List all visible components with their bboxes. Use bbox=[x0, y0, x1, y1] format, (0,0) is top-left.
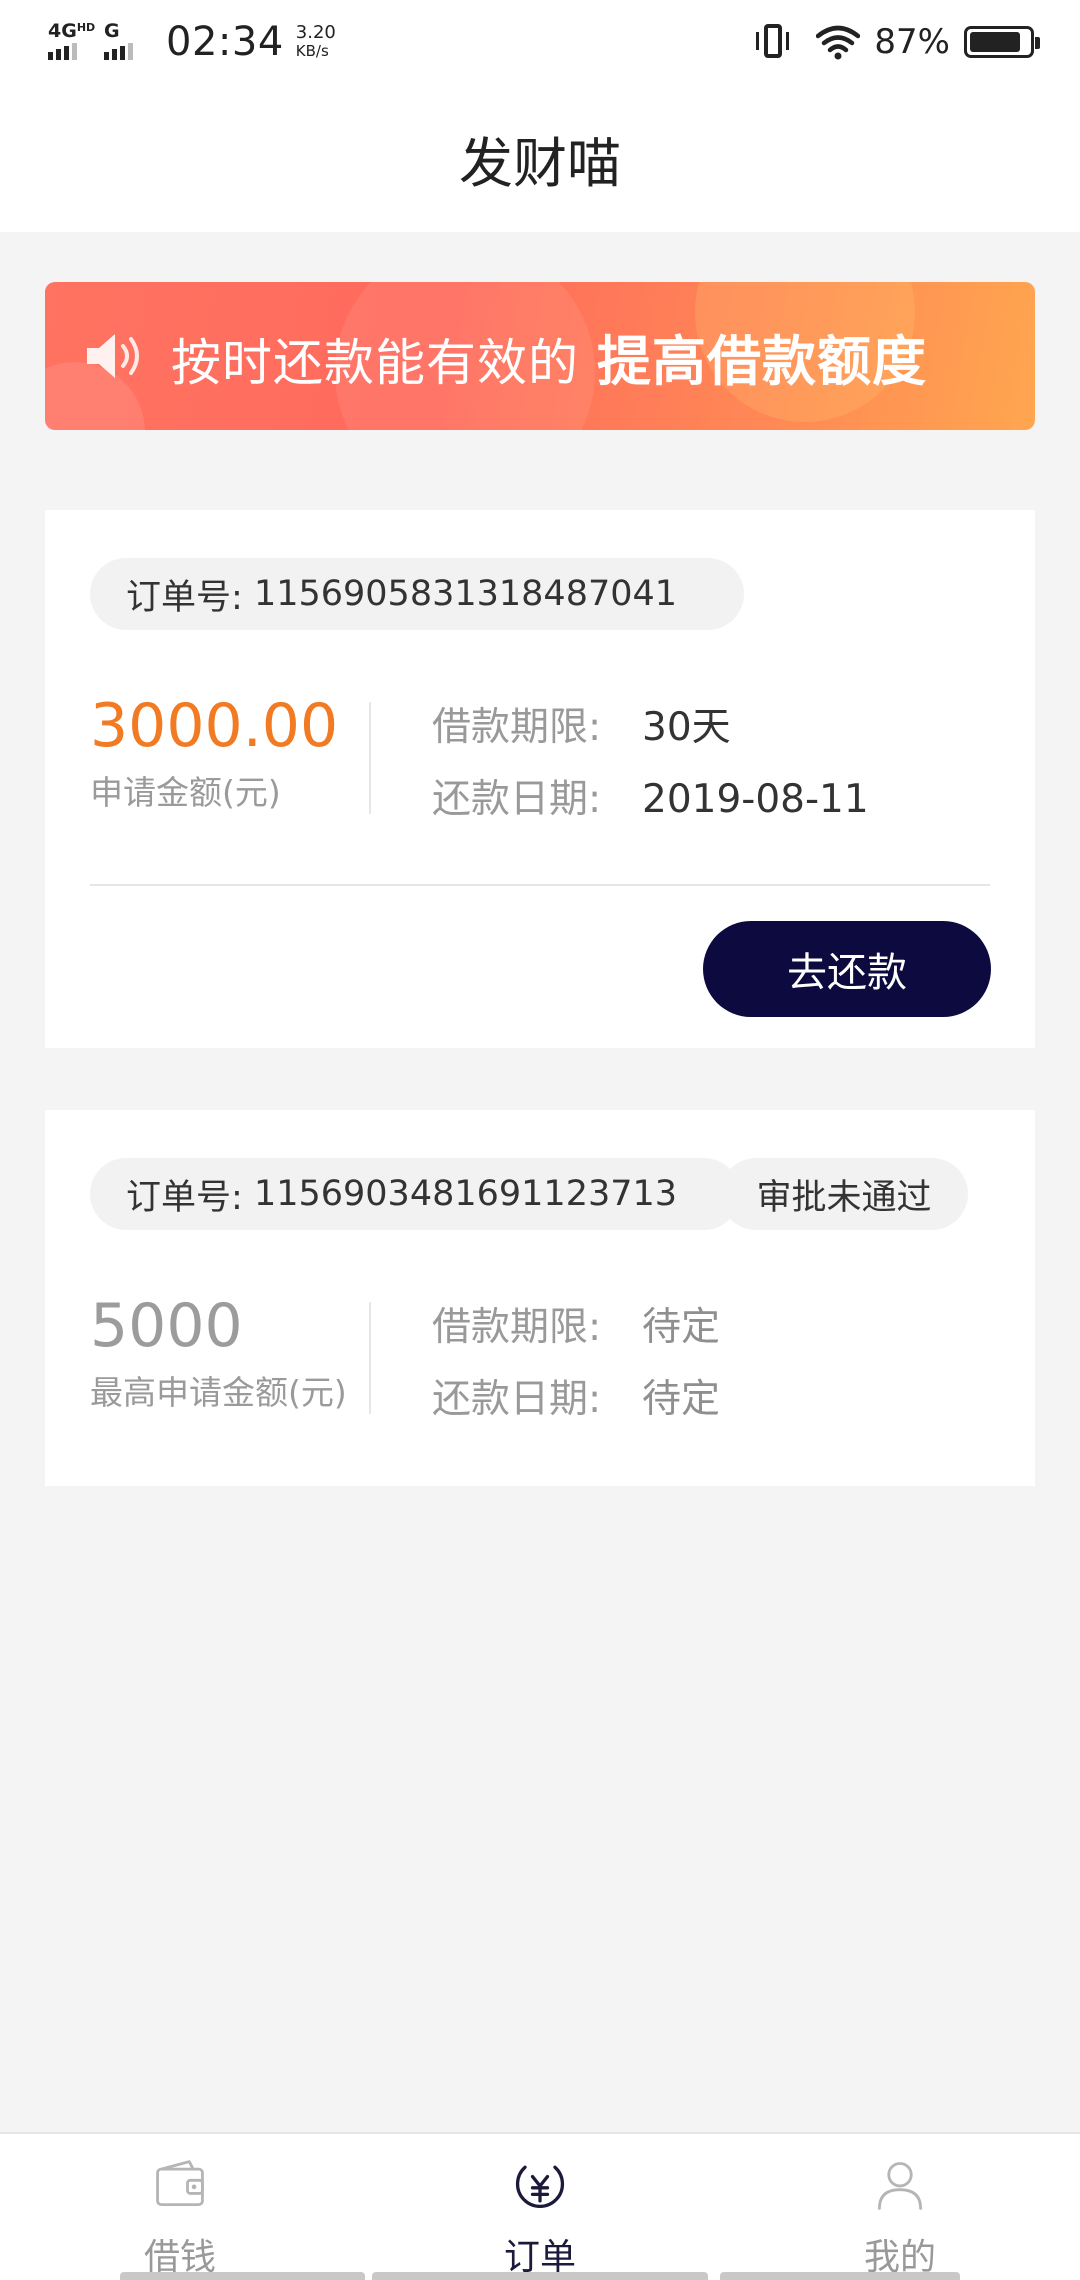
network-speed: 3.20 KB/s bbox=[295, 22, 336, 61]
banner-text: 按时还款能有效的 提高借款额度 bbox=[171, 329, 927, 393]
status-bar-left: 4GHD G 02:34 3.20 KB/s bbox=[48, 19, 336, 65]
status-bar: 4GHD G 02:34 3.20 KB/s 87% bbox=[0, 0, 1080, 84]
nav-item-mine[interactable]: 我的 bbox=[720, 2134, 1080, 2280]
divider bbox=[90, 884, 990, 886]
wifi-icon bbox=[816, 25, 861, 60]
order-number-pill: 订单号: 1156905831318487041 bbox=[90, 558, 744, 630]
status-bar-right: 87% bbox=[756, 22, 1040, 62]
vibrate-icon bbox=[756, 22, 790, 62]
loan-term-row: 借款期限: 30天 bbox=[432, 705, 731, 750]
yen-coin-icon bbox=[515, 2165, 565, 2209]
battery-percent: 87% bbox=[874, 22, 950, 62]
vertical-divider bbox=[369, 702, 371, 814]
amount-block: 3000.00 申请金额(元) bbox=[90, 692, 370, 814]
app-header: 发财喵 bbox=[0, 84, 1080, 232]
nav-item-orders[interactable]: 订单 bbox=[360, 2134, 720, 2280]
loan-amount-label: 申请金额(元) bbox=[90, 773, 281, 812]
order-card: 订单号: 1156903481691123713 审批未通过 5000 最高申请… bbox=[45, 1110, 1035, 1486]
promo-banner[interactable]: 按时还款能有效的 提高借款额度 bbox=[45, 282, 1035, 430]
vertical-divider bbox=[369, 1302, 371, 1414]
nav-item-borrow[interactable]: 借钱 bbox=[0, 2134, 365, 2280]
max-loan-amount: 5000 bbox=[90, 1291, 243, 1361]
order-number-pill: 订单号: 1156903481691123713 bbox=[90, 1158, 740, 1230]
clock: 02:34 bbox=[166, 19, 284, 65]
loan-info: 借款期限: 待定 还款日期: 待定 bbox=[432, 1292, 720, 1436]
battery-icon bbox=[964, 26, 1040, 58]
repay-button[interactable]: 去还款 bbox=[703, 921, 991, 1017]
repay-date-row: 还款日期: 待定 bbox=[432, 1377, 721, 1422]
speaker-icon bbox=[87, 334, 139, 378]
wallet-icon bbox=[156, 2160, 204, 2207]
order-card: 订单号: 1156905831318487041 3000.00 申请金额(元)… bbox=[45, 510, 1035, 1048]
banner-highlight: 提高借款额度 bbox=[597, 329, 927, 393]
signal-g-icon: G bbox=[104, 22, 146, 62]
loan-amount: 3000.00 bbox=[90, 691, 339, 761]
page-title: 发财喵 bbox=[459, 131, 621, 195]
user-icon bbox=[878, 2162, 922, 2210]
loan-info: 借款期限: 30天 还款日期: 2019-08-11 bbox=[432, 692, 869, 836]
amount-block: 5000 最高申请金额(元) bbox=[90, 1292, 370, 1414]
status-badge: 审批未通过 bbox=[720, 1158, 968, 1230]
signal-4g-icon: 4GHD bbox=[48, 22, 95, 62]
bottom-nav: 借钱 订单 我的 bbox=[0, 2132, 1080, 2280]
repay-date-row: 还款日期: 2019-08-11 bbox=[432, 777, 869, 822]
loan-term-row: 借款期限: 待定 bbox=[432, 1305, 721, 1350]
max-loan-amount-label: 最高申请金额(元) bbox=[90, 1373, 347, 1412]
